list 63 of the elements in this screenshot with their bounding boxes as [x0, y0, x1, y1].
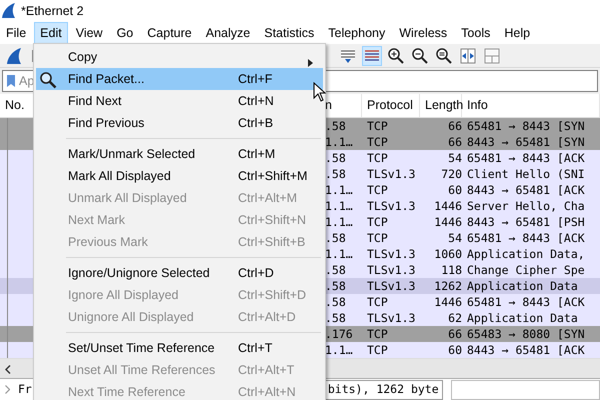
- table-cell-text: TCP: [366, 342, 389, 358]
- table-cell-text: TCP: [366, 326, 389, 342]
- table-cell-text: TCP: [366, 134, 389, 150]
- table-cell-text: TCP: [366, 230, 389, 246]
- table-cell-text: 65481 → 8443 [SYN: [466, 118, 586, 134]
- table-cell-text: .58: [324, 118, 347, 134]
- table-cell-text: 1446: [433, 214, 462, 230]
- table-cell-text: 65481 → 8443 [ACK: [466, 230, 586, 246]
- table-cell-text: 720: [440, 166, 462, 182]
- table-cell-text: TCP: [366, 118, 389, 134]
- window-title: *Ethernet 2: [21, 2, 84, 20]
- table-cell-text: Application Data,: [466, 246, 586, 262]
- table-cell-text: TCP: [366, 150, 389, 166]
- table-cell-text: Client Hello (SNI: [466, 166, 586, 182]
- table-cell-text: TCP: [366, 182, 389, 198]
- table-cell-text: .58: [324, 166, 347, 182]
- table-cell-text: 8443 → 65481 [ACK: [466, 342, 586, 358]
- table-cell-text: 1.1…: [324, 214, 354, 230]
- table-cell-text: TCP: [366, 294, 389, 310]
- table-cell-text: .58: [324, 278, 347, 294]
- table-cell-text: .58: [324, 310, 347, 326]
- table-cell-text: 66: [447, 134, 462, 150]
- table-cell-text: .176: [324, 326, 354, 342]
- table-cell-text: 1.1…: [324, 198, 354, 214]
- table-cell-text: .58: [324, 262, 347, 278]
- table-cell-text: 65483 → 8080 [SYN: [466, 326, 586, 342]
- table-cell-text: 1.1…: [324, 246, 354, 262]
- table-cell-text: 8443 → 65481 [ACK: [466, 182, 586, 198]
- table-cell-text: 1.1…: [324, 342, 354, 358]
- detail-text: Fr: [18, 380, 32, 398]
- table-cell-text: 66: [447, 118, 462, 134]
- table-cell-text: 1262: [433, 278, 462, 294]
- table-cell-text: Server Hello, Cha: [466, 198, 586, 214]
- table-cell-text: TCP: [366, 214, 389, 230]
- table-cell-text: 60: [447, 182, 462, 198]
- table-cell-text: 62: [447, 310, 462, 326]
- detail-text: bits), 1262 byte: [324, 380, 443, 400]
- table-cell-text: 1.1…: [324, 182, 354, 198]
- table-cell-text: .58: [324, 230, 347, 246]
- table-cell-text: 65481 → 8443 [ACK: [466, 150, 586, 166]
- table-cell-text: 66: [447, 326, 462, 342]
- table-cell-text: 60: [447, 342, 462, 358]
- table-cell-text: TLSv1.3: [366, 198, 416, 214]
- table-cell-text: 118: [440, 262, 462, 278]
- table-cell-text: 54: [447, 230, 462, 246]
- table-cell-text: TLSv1.3: [366, 262, 416, 278]
- table-cell-text: Application Data: [466, 278, 579, 294]
- table-cell-text: Change Cipher Spe: [466, 262, 586, 278]
- table-cell-text: TLSv1.3: [366, 166, 416, 182]
- table-cell-text: TLSv1.3: [366, 310, 416, 326]
- table-cell-text: 1446: [433, 198, 462, 214]
- table-cell-text: 54: [447, 150, 462, 166]
- table-cell-text: 65481 → 8443 [ACK: [466, 294, 586, 310]
- table-cell-text: .58: [324, 294, 347, 310]
- table-cell-text: 1446: [433, 294, 462, 310]
- table-cell-text: TLSv1.3: [366, 278, 416, 294]
- table-cell-text: TLSv1.3: [366, 246, 416, 262]
- table-cell-text: .58: [324, 150, 347, 166]
- table-cell-text: 1060: [433, 246, 462, 262]
- table-cell-text: 8443 → 65481 [SYN: [466, 134, 586, 150]
- table-cell-text: Application Data: [466, 310, 579, 326]
- table-cell-text: 8443 → 65481 [PSH: [466, 214, 586, 230]
- table-cell-text: 1.1…: [324, 134, 354, 150]
